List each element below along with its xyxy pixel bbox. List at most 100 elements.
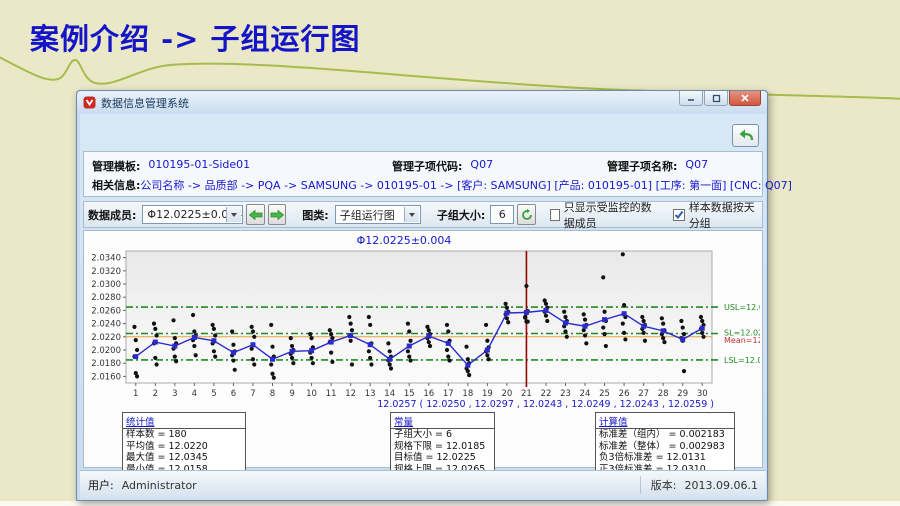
svg-text:16: 16 (423, 389, 434, 399)
stats-row: 样本数 = 180 (123, 429, 245, 441)
svg-text:24: 24 (580, 389, 591, 399)
arrow-left-icon (249, 210, 263, 220)
stats-box: 统计值 样本数 = 180 平均值 = 12.0220 最大值 = 12.034… (122, 412, 246, 476)
svg-text:12.0160: 12.0160 (92, 372, 121, 382)
calculated-row: 负3倍标准差 = 12.0131 (596, 452, 734, 464)
svg-text:17: 17 (443, 389, 454, 399)
slide: 案例介绍 -> 子组运行图 数据信息管理系统 管理模板: 010195-01-S… (0, 0, 900, 506)
svg-text:6: 6 (231, 389, 236, 399)
svg-text:13: 13 (365, 389, 376, 399)
chart-type-value: 子组运行图 (340, 207, 395, 223)
prev-member-button[interactable] (246, 204, 265, 225)
subgroup-size-input[interactable]: 6 (490, 205, 514, 224)
user-label: 用户: (88, 477, 114, 493)
svg-text:3: 3 (172, 389, 177, 399)
slide-edge (0, 501, 900, 506)
return-arrow-icon (737, 128, 754, 143)
groupby-day-label: 样本数据按天分组 (689, 199, 758, 231)
chart-type-label: 图类: (302, 207, 328, 223)
svg-text:12.0280: 12.0280 (92, 293, 121, 303)
version-value: 2013.09.06.1 (685, 479, 758, 492)
subgroup-size-label: 子组大小: (437, 207, 485, 223)
constants-row: 目标值 = 12.0225 (391, 452, 494, 464)
calculated-row: 标准差（组内） = 0.002183 (596, 429, 734, 441)
svg-text:10: 10 (306, 389, 317, 399)
window-title: 数据信息管理系统 (101, 95, 189, 111)
svg-text:8: 8 (270, 389, 275, 399)
svg-text:12.0240: 12.0240 (92, 320, 121, 330)
subitem-code-label: 管理子项代码: (392, 158, 462, 174)
groupby-day-checkbox[interactable] (673, 209, 685, 221)
subitem-code-value: Q07 (470, 158, 493, 174)
svg-text:15: 15 (404, 389, 415, 399)
svg-text:LSL=12.0185: LSL=12.0185 (724, 356, 760, 365)
svg-text:9: 9 (289, 389, 294, 399)
svg-text:7: 7 (250, 389, 255, 399)
page-title: 案例介绍 -> 子组运行图 (30, 16, 361, 58)
status-bar: 用户: Administrator 版本: 2013.09.06.1 (80, 470, 766, 499)
svg-text:19: 19 (482, 389, 493, 399)
chevron-down-icon (404, 207, 419, 222)
constants-box-title: 常量 (391, 413, 494, 429)
calculated-box-title: 计算值 (596, 413, 734, 429)
subitem-name-label: 管理子项名称: (607, 158, 677, 174)
svg-text:5: 5 (211, 389, 216, 399)
svg-text:12.0340: 12.0340 (92, 254, 121, 264)
data-member-select[interactable]: Φ12.0225±0.004 (142, 205, 243, 224)
version-label: 版本: (651, 477, 677, 493)
svg-text:23: 23 (560, 389, 571, 399)
chart-type-select[interactable]: 子组运行图 (335, 205, 421, 224)
svg-text:1: 1 (133, 389, 138, 399)
svg-text:2: 2 (153, 389, 158, 399)
svg-text:26: 26 (619, 389, 630, 399)
app-window: 数据信息管理系统 管理模板: 010195-01-Side01 管理子项代码: … (76, 90, 768, 501)
template-label: 管理模板: (92, 158, 140, 174)
refresh-icon (521, 209, 533, 221)
arrow-right-icon (270, 210, 284, 220)
toolbar: 数据成员: Φ12.0225±0.004 图类: 子组运行图 子组大小: 6 (83, 201, 763, 228)
close-button[interactable] (729, 91, 761, 106)
stats-row: 最大值 = 12.0345 (123, 452, 245, 464)
svg-text:12.0220: 12.0220 (92, 333, 121, 343)
related-info-label: 相关信息: (92, 177, 140, 193)
svg-text:21: 21 (521, 389, 532, 399)
svg-text:20: 20 (501, 389, 512, 399)
constants-row: 规格下限 = 12.0185 (391, 441, 494, 453)
svg-text:USL=12.0265: USL=12.0265 (724, 303, 760, 312)
svg-text:18: 18 (462, 389, 473, 399)
svg-text:12.0200: 12.0200 (92, 346, 121, 356)
svg-text:25: 25 (599, 389, 610, 399)
svg-text:27: 27 (638, 389, 649, 399)
template-value: 010195-01-Side01 (148, 158, 250, 174)
window-titlebar[interactable]: 数据信息管理系统 (77, 91, 767, 114)
svg-text:11: 11 (326, 389, 337, 399)
minimize-button[interactable] (679, 91, 703, 106)
svg-text:29: 29 (677, 389, 688, 399)
stats-row: 平均值 = 12.0220 (123, 441, 245, 453)
svg-text:12.0300: 12.0300 (92, 280, 121, 290)
selected-subgroup-values: 12.0257 ( 12.0250 , 12.0297 , 12.0243 , … (84, 399, 714, 410)
return-button[interactable] (732, 124, 759, 147)
refresh-button[interactable] (517, 204, 536, 225)
next-member-button[interactable] (268, 204, 287, 225)
svg-text:14: 14 (384, 389, 395, 399)
svg-text:22: 22 (541, 389, 552, 399)
svg-text:12.0180: 12.0180 (92, 359, 121, 369)
info-panel: 管理模板: 010195-01-Side01 管理子项代码: Q07 管理子项名… (83, 151, 763, 197)
subitem-name-value: Q07 (685, 158, 708, 174)
svg-text:12.0320: 12.0320 (92, 267, 121, 277)
maximize-button[interactable] (704, 91, 728, 106)
svg-text:Mean=12.0220: Mean=12.0220 (724, 336, 760, 345)
calculated-box: 计算值 标准差（组内） = 0.002183 标准差（整体） = 0.00298… (595, 412, 735, 476)
monitored-only-label: 只显示受监控的数据成员 (564, 199, 659, 231)
svg-text:12: 12 (345, 389, 356, 399)
related-info-value: 公司名称 -> 品质部 -> PQA -> SAMSUNG -> 010195-… (140, 177, 791, 193)
monitored-only-checkbox[interactable] (550, 209, 560, 221)
app-icon (83, 96, 96, 109)
chevron-down-icon (226, 207, 241, 222)
user-value: Administrator (122, 479, 197, 492)
stats-box-title: 统计值 (123, 413, 245, 429)
run-chart[interactable]: 12.0160 12.0180 12.0200 12.0220 12.0240 12.02… (92, 245, 760, 403)
data-member-label: 数据成员: (88, 207, 136, 223)
constants-row: 子组大小 = 6 (391, 429, 494, 441)
